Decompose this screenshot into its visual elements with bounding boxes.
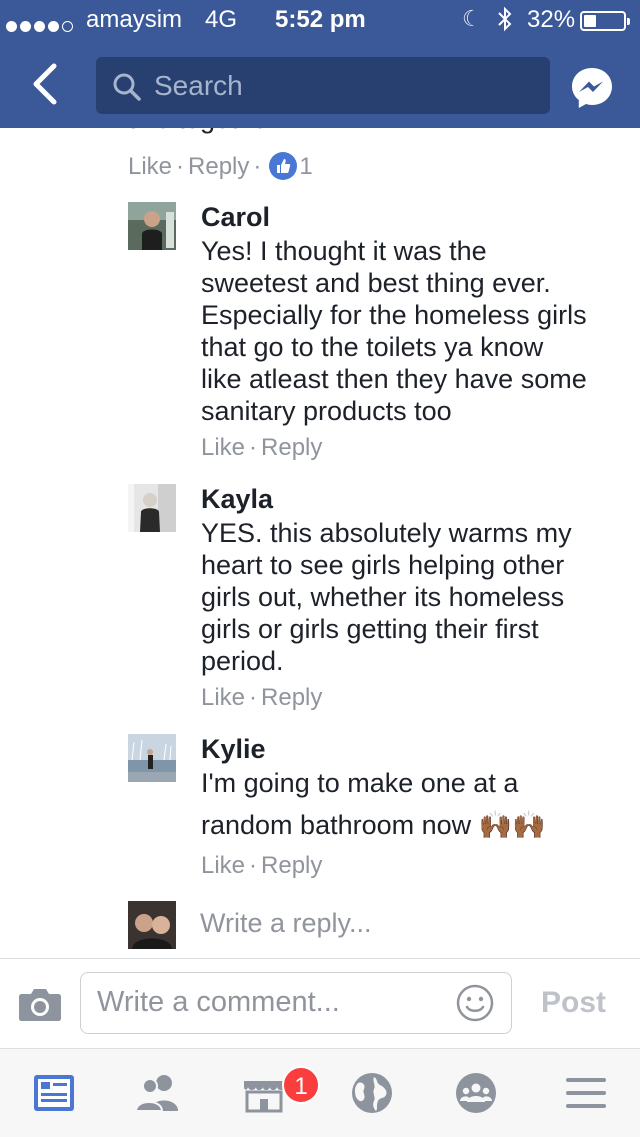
like-link[interactable]: Like (201, 434, 245, 461)
reply-actions: Like · Reply (201, 852, 323, 879)
reply-author[interactable]: Kylie (201, 734, 266, 765)
battery-percent: 32% (527, 6, 576, 33)
friends-icon (134, 1075, 178, 1112)
messenger-icon (572, 68, 612, 108)
reply-link[interactable]: Reply (188, 153, 249, 180)
emoji-icon[interactable] (455, 983, 495, 1023)
like-link[interactable]: Like (128, 153, 172, 180)
like-link[interactable]: Like (201, 852, 245, 879)
messenger-button[interactable] (569, 65, 615, 111)
reply-author[interactable]: Kayla (201, 484, 273, 515)
battery-icon (580, 11, 630, 31)
carrier-name: amaysim (86, 6, 183, 33)
like-count: 1 (299, 153, 313, 180)
search-input[interactable]: Search (96, 57, 550, 114)
like-link[interactable]: Like (201, 684, 245, 711)
reply-text-line: random bathroom now (201, 810, 472, 840)
marketplace-icon (244, 1081, 284, 1113)
my-avatar (128, 901, 176, 949)
reply-link[interactable]: Reply (261, 852, 322, 879)
search-icon (113, 73, 141, 101)
avatar[interactable] (128, 734, 176, 782)
comment-input[interactable]: Write a comment... (80, 972, 512, 1034)
reply-link[interactable]: Reply (261, 684, 322, 711)
tab-friend-requests[interactable] (134, 1069, 182, 1117)
menu-icon (566, 1078, 606, 1108)
news-feed-icon (34, 1075, 74, 1111)
reply-item: Kayla YES. this absolutely warms my hear… (128, 484, 618, 714)
write-reply-input[interactable]: Write a reply... (200, 908, 372, 939)
search-placeholder: Search (154, 70, 243, 101)
reply-text-line-2: random bathroom now 🙌🏾🙌🏾 (201, 809, 621, 841)
like-reaction-icon[interactable] (269, 152, 298, 180)
avatar[interactable] (128, 484, 176, 532)
reply-text: YES. this absolutely warms my heart to s… (201, 518, 572, 676)
signal-strength-icon (6, 11, 76, 39)
camera-button[interactable] (18, 986, 62, 1022)
reply-item: Kylie I'm going to make one at a random … (128, 734, 618, 884)
do-not-disturb-icon: ☾ (462, 6, 482, 31)
tab-marketplace[interactable] (240, 1069, 288, 1117)
reply-actions: Like · Reply (201, 684, 323, 711)
tab-groups[interactable] (452, 1069, 500, 1117)
comment-composer: Write a comment... Post (0, 958, 640, 1049)
camera-icon (19, 989, 61, 1021)
chevron-left-icon (33, 63, 57, 105)
reply-author[interactable]: Carol (201, 202, 270, 233)
reply-text: Yes! I thought it was the sweetest and b… (201, 236, 587, 426)
bottom-tab-bar (0, 1048, 640, 1137)
reply-link[interactable]: Reply (261, 434, 322, 461)
top-navigation-bar: amaysim 4G 5:52 pm ☾ 32% Search (0, 0, 640, 128)
tab-explore[interactable] (348, 1069, 396, 1117)
avatar[interactable] (128, 202, 176, 250)
tab-more[interactable] (562, 1069, 610, 1117)
reply-text-line: I'm going to make one at a (201, 768, 519, 798)
reply-actions: Like · Reply (201, 434, 323, 461)
back-button[interactable] (28, 62, 68, 106)
reply-item: Carol Yes! I thought it was the sweetest… (128, 202, 618, 462)
reply-text: I'm going to make one at a random bathro… (201, 767, 621, 841)
bluetooth-icon (496, 5, 514, 40)
raised-hands-emoji: 🙌🏾🙌🏾 (478, 810, 546, 840)
clock: 5:52 pm (275, 6, 366, 33)
status-bar: amaysim 4G 5:52 pm ☾ 32% (0, 0, 640, 42)
comment-actions: Like · Reply · 1 (128, 152, 313, 180)
globe-icon (352, 1073, 392, 1113)
network-type: 4G (205, 6, 238, 33)
tab-news-feed[interactable] (30, 1069, 78, 1117)
notification-badge: 1 (282, 1066, 320, 1104)
comment-placeholder: Write a comment... (97, 986, 340, 1018)
post-button[interactable]: Post (541, 986, 606, 1020)
groups-icon (456, 1073, 496, 1113)
